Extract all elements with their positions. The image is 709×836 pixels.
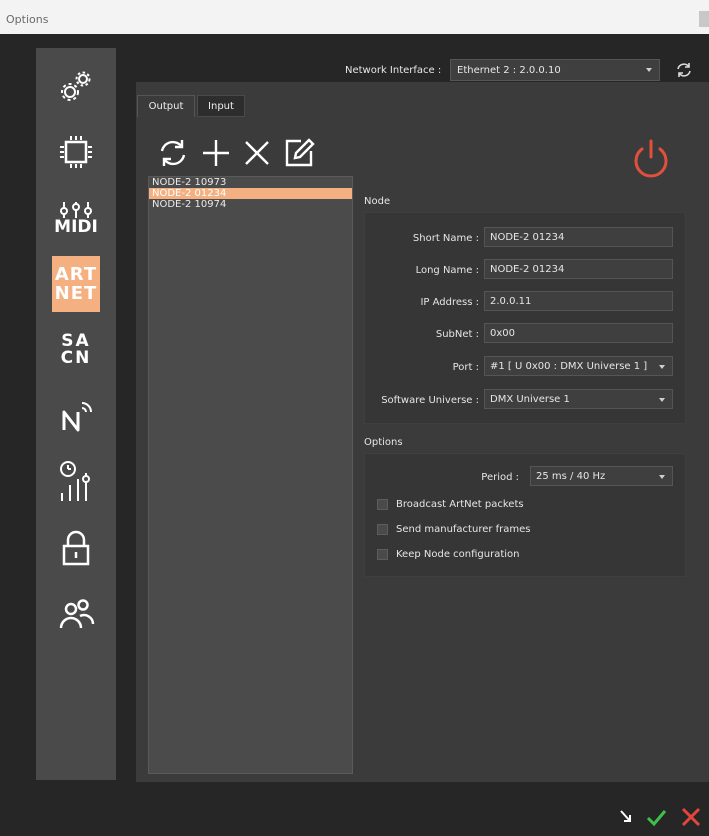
short-name-label: Short Name : (412, 233, 479, 244)
sidebar: MIDI ART NET SA CN (36, 48, 116, 780)
midi-label: MIDI (54, 216, 98, 237)
send-manufacturer-checkbox[interactable] (377, 523, 388, 535)
cancel-button[interactable] (680, 806, 702, 828)
send-manufacturer-label: Send manufacturer frames (396, 523, 531, 535)
chevron-down-icon (646, 68, 652, 72)
edit-node-button[interactable] (280, 134, 318, 172)
power-button[interactable] (626, 136, 676, 182)
options-section-title: Options (364, 437, 403, 448)
apply-arrow-icon (620, 810, 631, 822)
ip-address-field[interactable]: 2.0.0.11 (484, 291, 673, 311)
network-interface-select[interactable]: Ethernet 2 : 2.0.0.10 (450, 59, 660, 81)
port-value: #1 [ U 0x00 : DMX Universe 1 ] (490, 361, 648, 372)
sidebar-item-midi[interactable]: MIDI (36, 186, 116, 250)
sacn-icon: SA CN (61, 333, 92, 367)
chevron-down-icon (659, 398, 665, 402)
window-titlebar: Options (0, 0, 709, 34)
refresh-icon (677, 63, 691, 77)
list-item[interactable]: NODE-2 10973 (149, 177, 352, 188)
broadcast-artnet-checkbox[interactable] (377, 498, 388, 510)
tab-output[interactable]: Output (137, 95, 195, 117)
timer-faders-icon (60, 461, 90, 501)
node-list[interactable]: NODE-2 10973 NODE-2 01234 NODE-2 10974 (148, 176, 353, 774)
midi-icon: MIDI (54, 201, 98, 236)
sidebar-item-sacn[interactable]: SA CN (36, 318, 116, 382)
ip-address-label: IP Address : (420, 297, 479, 308)
software-universe-select[interactable]: DMX Universe 1 (484, 389, 673, 409)
list-item[interactable]: NODE-2 10974 (149, 199, 352, 210)
delete-node-button[interactable] (238, 134, 276, 172)
chevron-down-icon (659, 365, 665, 369)
list-item[interactable]: NODE-2 01234 (149, 188, 352, 199)
power-icon (634, 139, 668, 178)
sidebar-item-users[interactable] (36, 582, 116, 646)
port-select[interactable]: #1 [ U 0x00 : DMX Universe 1 ] (484, 356, 673, 376)
apply-button[interactable] (617, 806, 639, 828)
software-universe-value: DMX Universe 1 (490, 394, 570, 405)
sacn-label-line2: CN (60, 348, 92, 368)
add-node-button[interactable] (197, 134, 235, 172)
subnet-label: SubNet : (435, 329, 479, 340)
send-manufacturer-option[interactable]: Send manufacturer frames (377, 522, 531, 536)
lock-icon (62, 530, 90, 566)
software-universe-label: Software Universe : (381, 395, 479, 406)
users-icon (59, 599, 95, 629)
chevron-down-icon (659, 475, 665, 479)
network-interface-label: Network Interface : (345, 65, 442, 76)
gears-icon (61, 71, 91, 101)
close-window-button[interactable] (699, 11, 709, 27)
subnet-field[interactable]: 0x00 (484, 323, 673, 343)
sidebar-item-timer-faders[interactable] (36, 450, 116, 514)
tab-input[interactable]: Input (197, 95, 245, 117)
network-refresh-button[interactable] (672, 58, 696, 82)
sidebar-item-processor[interactable] (36, 120, 116, 184)
window-title: Options (6, 13, 49, 26)
close-icon (681, 807, 701, 827)
sidebar-item-lock[interactable] (36, 516, 116, 580)
artnet-icon: ART NET (52, 256, 100, 312)
keep-node-config-checkbox[interactable] (377, 548, 388, 560)
artnet-label-line2: NET (54, 283, 98, 304)
keep-node-config-option[interactable]: Keep Node configuration (377, 547, 520, 561)
add-icon (203, 140, 229, 166)
sidebar-item-network-wireless[interactable] (36, 384, 116, 448)
long-name-field[interactable]: NODE-2 01234 (484, 259, 673, 279)
wireless-n-icon (62, 402, 92, 432)
long-name-label: Long Name : (415, 265, 479, 276)
broadcast-artnet-option[interactable]: Broadcast ArtNet packets (377, 497, 524, 511)
port-label: Port : (452, 362, 479, 373)
refresh-icon (160, 140, 186, 166)
refresh-nodes-button[interactable] (154, 134, 192, 172)
sidebar-item-artnet[interactable]: ART NET (36, 252, 116, 316)
edit-icon (285, 138, 315, 167)
artnet-label-line1: ART (54, 264, 98, 285)
chip-icon (60, 136, 92, 168)
network-interface-value: Ethernet 2 : 2.0.0.10 (457, 65, 561, 76)
broadcast-artnet-label: Broadcast ArtNet packets (396, 498, 524, 510)
check-icon (646, 810, 667, 827)
period-label: Period : (481, 472, 519, 483)
ok-button[interactable] (645, 806, 667, 828)
delete-icon (245, 141, 269, 165)
keep-node-config-label: Keep Node configuration (396, 548, 520, 560)
short-name-field[interactable]: NODE-2 01234 (484, 227, 673, 247)
node-section-title: Node (364, 196, 391, 207)
period-value: 25 ms / 40 Hz (536, 471, 606, 482)
sidebar-item-settings[interactable] (36, 54, 116, 118)
period-select[interactable]: 25 ms / 40 Hz (530, 466, 673, 486)
